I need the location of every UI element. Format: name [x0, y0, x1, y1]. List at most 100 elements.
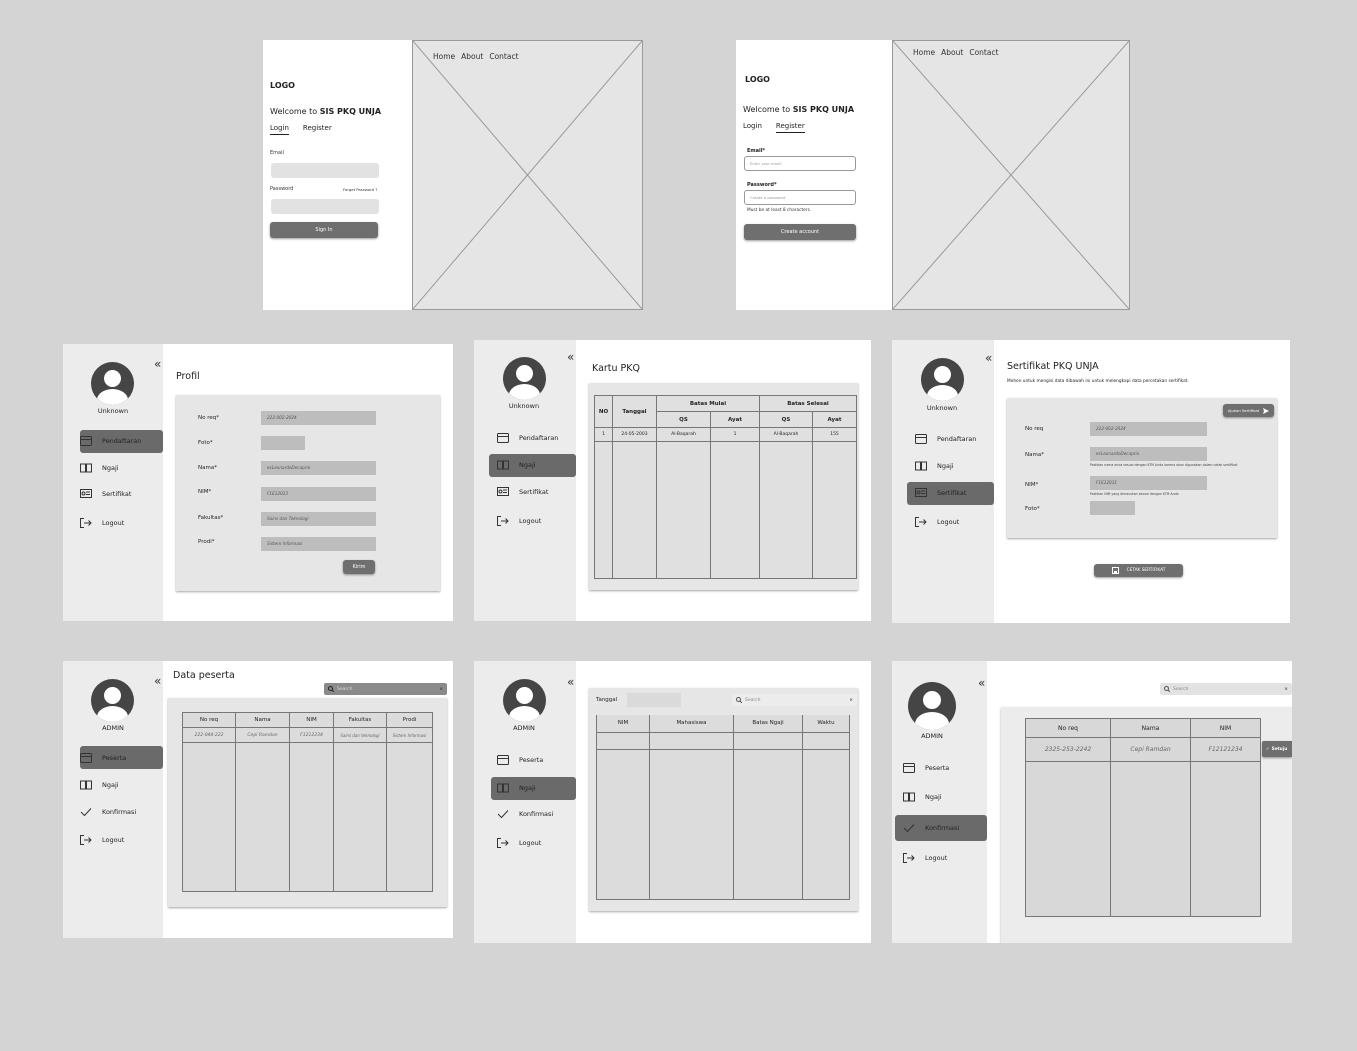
email-label: Email [270, 150, 284, 156]
email-input[interactable]: Enter your email [744, 156, 856, 171]
sidebar-item-ngaji[interactable]: Ngaji [903, 788, 942, 806]
search-input[interactable]: Search × [1160, 683, 1292, 695]
sign-in-button[interactable]: Sign In [270, 222, 378, 238]
create-account-button[interactable]: Create account [744, 224, 856, 240]
sidebar-item-logout[interactable]: Logout [497, 512, 541, 530]
clear-icon[interactable]: × [1284, 687, 1288, 692]
nim-field[interactable]: F1E12031 [1090, 476, 1207, 490]
sidebar-item-logout[interactable]: Logout [915, 513, 959, 531]
date-input[interactable] [627, 693, 681, 707]
nav-home[interactable]: Home [433, 52, 455, 61]
sidebar-item-ngaji[interactable]: Ngaji [80, 776, 119, 794]
email-input[interactable] [271, 163, 379, 178]
certificate-icon [80, 489, 92, 498]
nama-field[interactable]: ecLeonardoDecaprio [261, 461, 376, 475]
collapse-icon[interactable]: « [567, 675, 574, 689]
sidebar-item-sertifikat[interactable]: Sertifikat [915, 484, 966, 502]
nav-about[interactable]: About [461, 52, 483, 61]
forgot-password-link[interactable]: Forget Password ? [343, 187, 377, 192]
sidebar-item-label: Ngaji [519, 461, 536, 469]
clear-icon[interactable]: × [439, 687, 443, 692]
tab-register[interactable]: Register [775, 122, 805, 133]
search-icon [736, 697, 742, 703]
sidebar-item-peserta[interactable]: Peserta [903, 759, 949, 777]
nim-field[interactable]: F1E12023 [261, 487, 376, 501]
sidebar-item-logout[interactable]: Logout [80, 514, 124, 532]
sidebar-item-konfirmasi[interactable]: Konfirmasi [80, 803, 136, 821]
sidebar-item-sertifikat[interactable]: Sertifikat [80, 485, 131, 503]
col-batas-mulai: Batas Mulai [656, 395, 760, 412]
collapse-icon[interactable]: « [567, 350, 574, 364]
nav-about[interactable]: About [941, 48, 963, 57]
submit-button[interactable]: Kirim [343, 560, 375, 574]
sidebar-item-label: Ngaji [519, 784, 536, 792]
sidebar-item-ngaji[interactable]: Ngaji [80, 459, 119, 477]
setuju-button[interactable]: ✓ Setuju [1262, 741, 1292, 757]
ajukan-sertifikat-button[interactable]: Ajukan Sertifikat [1223, 404, 1274, 417]
noreq-field[interactable]: 222-002-2024 [261, 411, 376, 425]
collapse-icon[interactable]: « [154, 357, 161, 371]
field-label: No req* [198, 415, 219, 421]
collapse-icon[interactable]: « [978, 676, 985, 690]
sidebar-item-konfirmasi[interactable]: Konfirmasi [497, 805, 553, 823]
sidebar-item-pendaftaran[interactable]: Pendaftaran [915, 430, 976, 448]
konfirmasi-table: No req Nama NIM 2325-253-2242 Cepi Ramda… [1025, 718, 1261, 917]
sidebar-item-logout[interactable]: Logout [80, 831, 124, 849]
sidebar-item-pendaftaran[interactable]: Pendaftaran [80, 432, 141, 450]
sidebar-item-ngaji[interactable]: Ngaji [497, 456, 536, 474]
tab-login[interactable]: Login [270, 124, 289, 135]
fakultas-field[interactable]: Sains dan Teknologi [261, 512, 376, 526]
peserta-card: No req Nama NIM Fakultas Prodi 222-044-2… [168, 698, 447, 907]
noreq-field[interactable]: 222-002-2024 [1090, 422, 1207, 436]
sidebar-item-label: Konfirmasi [102, 808, 137, 816]
card-icon [903, 763, 915, 773]
kartu-table: NO Tanggal Batas Mulai Batas Selesai QS … [594, 395, 857, 579]
sidebar-item-label: Logout [102, 519, 125, 527]
sidebar-item-pendaftaran[interactable]: Pendaftaran [497, 429, 558, 447]
email-label: Email* [747, 148, 766, 154]
sidebar-item-label: Ngaji [102, 781, 119, 789]
col-prodi: Prodi [386, 712, 433, 728]
collapse-icon[interactable]: « [985, 351, 992, 365]
book-icon [497, 460, 509, 470]
sidebar-item-label: Peserta [925, 764, 950, 772]
photo-field[interactable] [1090, 501, 1135, 515]
sidebar: ADMIN Peserta Ngaji Konfirmasi Logout [892, 661, 987, 943]
sidebar-item-peserta[interactable]: Peserta [80, 749, 126, 767]
sidebar-item-konfirmasi[interactable]: Konfirmasi [903, 819, 959, 837]
password-input[interactable] [271, 199, 379, 214]
nama-note: Pastikan nama anda sesuai dengan KTM And… [1090, 463, 1238, 467]
sidebar-item-ngaji[interactable]: Ngaji [915, 457, 954, 475]
sidebar-item-ngaji[interactable]: Ngaji [497, 779, 536, 797]
tab-register[interactable]: Register [303, 124, 332, 135]
search-input[interactable]: Search × [732, 694, 857, 706]
user-name: ADMIN [102, 724, 124, 732]
sidebar-item-label: Peserta [519, 756, 544, 764]
photo-field[interactable] [261, 436, 305, 450]
col-batas-selesai: Batas Selesai [759, 395, 857, 412]
nav-contact[interactable]: Contact [969, 48, 998, 57]
sidebar-item-peserta[interactable]: Peserta [497, 751, 543, 769]
tab-login[interactable]: Login [743, 122, 762, 133]
sidebar-item-sertifikat[interactable]: Sertifikat [497, 483, 548, 501]
nav-contact[interactable]: Contact [489, 52, 518, 61]
col-no: NO [594, 395, 613, 428]
password-label: Password* [747, 182, 777, 188]
col-noreq: No req [1025, 718, 1111, 738]
cetak-sertifikat-button[interactable]: CETAK SERTIFIKAT [1094, 564, 1183, 577]
sidebar-item-logout[interactable]: Logout [903, 849, 947, 867]
field-label: NIM* [1025, 482, 1039, 488]
collapse-icon[interactable]: « [154, 674, 161, 688]
image-placeholder [892, 40, 1130, 310]
nav-home[interactable]: Home [913, 48, 935, 57]
page-title: Kartu PKQ [592, 363, 640, 374]
sidebar-item-logout[interactable]: Logout [497, 834, 541, 852]
avatar [921, 358, 964, 401]
nama-field[interactable]: ecLeonardoDecaprio [1090, 447, 1207, 461]
password-input[interactable]: Create a password [744, 190, 856, 205]
certificate-icon [497, 487, 509, 496]
clear-icon[interactable]: × [849, 698, 853, 703]
prodi-field[interactable]: Sistem Informasi [261, 537, 376, 551]
password-label: Password [270, 186, 294, 192]
search-input[interactable]: Search × [324, 683, 447, 695]
